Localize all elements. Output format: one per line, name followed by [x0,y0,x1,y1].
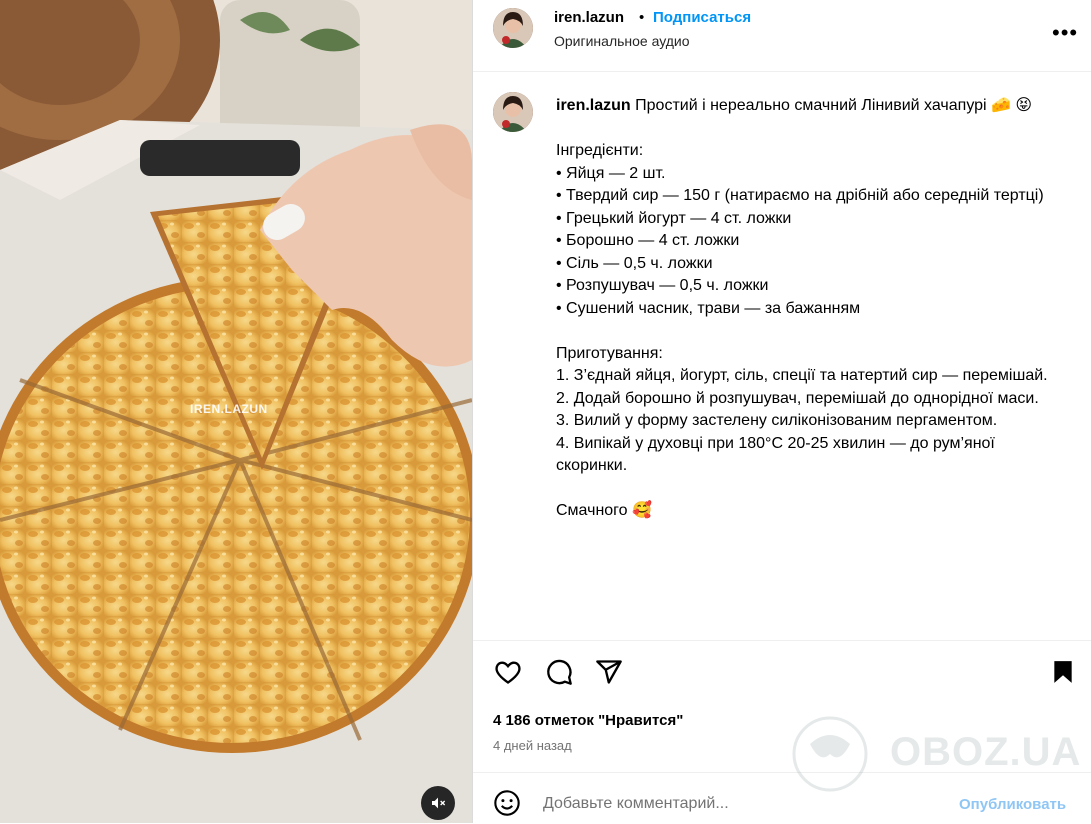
comment-input[interactable]: Добавьте комментарий... [543,795,729,813]
caption-area: iren.lazun Простий і нереально смачний Л… [473,72,1091,640]
follow-button[interactable]: Подписаться [653,9,751,26]
caption-line: 1. З’єднай яйця, йогурт, сіль, спеції та… [556,367,1048,384]
caption-line: Смачного 🥰 [556,502,652,519]
media-watermark: IREN.LAZUN [190,402,268,416]
caption-line: • Сушений часник, трави — за бажанням [556,299,861,317]
avatar-image [493,92,533,132]
share-icon[interactable] [594,658,624,686]
likes-count[interactable]: 4 186 отметок "Нравится" [493,712,683,729]
heart-icon[interactable] [493,658,523,686]
caption-line [556,478,1056,501]
caption-line: 4. Випікай у духовці при 180°C 20-25 хви… [556,434,995,475]
publish-button[interactable]: Опубликовать [959,796,1066,813]
caption-line: • Розпушувач — 0,5 ч. ложки [556,277,769,294]
caption-line: • Сіль — 0,5 ч. ложки [556,254,713,272]
caption-line: Інгредієнти: [556,142,644,159]
more-options-icon[interactable]: ••• [1052,20,1078,46]
caption-line: • Борошно — 4 ст. ложки [556,232,740,249]
caption-line [556,118,1056,141]
caption-line [556,320,1056,343]
caption-avatar[interactable] [493,92,533,132]
emoji-icon[interactable] [493,789,521,817]
header-username[interactable]: iren.lazun [554,9,624,26]
caption-text: iren.lazun Простий і нереально смачний Л… [556,95,1056,523]
caption-line: 2. Додай борошно й розпушувач, перемішай… [556,389,1039,407]
post-header: iren.lazun • Подписаться Оригинальное ау… [473,0,1091,72]
post-media[interactable]: IREN.LAZUN [0,0,472,823]
caption-line: • Яйця — 2 шт. [556,164,666,182]
caption-line: • Твердий сир — 150 г (натираємо на дріб… [556,187,1044,204]
separator-dot: • [639,9,645,26]
bookmark-icon[interactable] [1050,658,1076,686]
caption-first-line: Простий і нереально смачний Лінивий хача… [635,97,1033,114]
avatar-image [493,8,533,48]
caption-line: • Грецький йогурт — 4 ст. ложки [556,209,792,227]
globe-logo-icon [792,716,868,792]
caption-username[interactable]: iren.lazun [556,97,631,114]
speaker-muted-icon [432,797,446,809]
post-time[interactable]: 4 дней назад [493,738,572,753]
mute-button[interactable] [421,786,455,820]
audio-label[interactable]: Оригинальное аудио [554,33,690,49]
caption-line: Приготування: [556,344,663,362]
avatar[interactable] [493,8,533,48]
comment-icon[interactable] [544,658,574,686]
caption-line: 3. Вилий у форму застелену силіконізован… [556,412,998,429]
site-watermark-text: OBOZ.UA [890,730,1082,774]
site-watermark: OBOZ.UA [780,708,1080,798]
post-sidebar: iren.lazun • Подписаться Оригинальное ау… [472,0,1091,823]
